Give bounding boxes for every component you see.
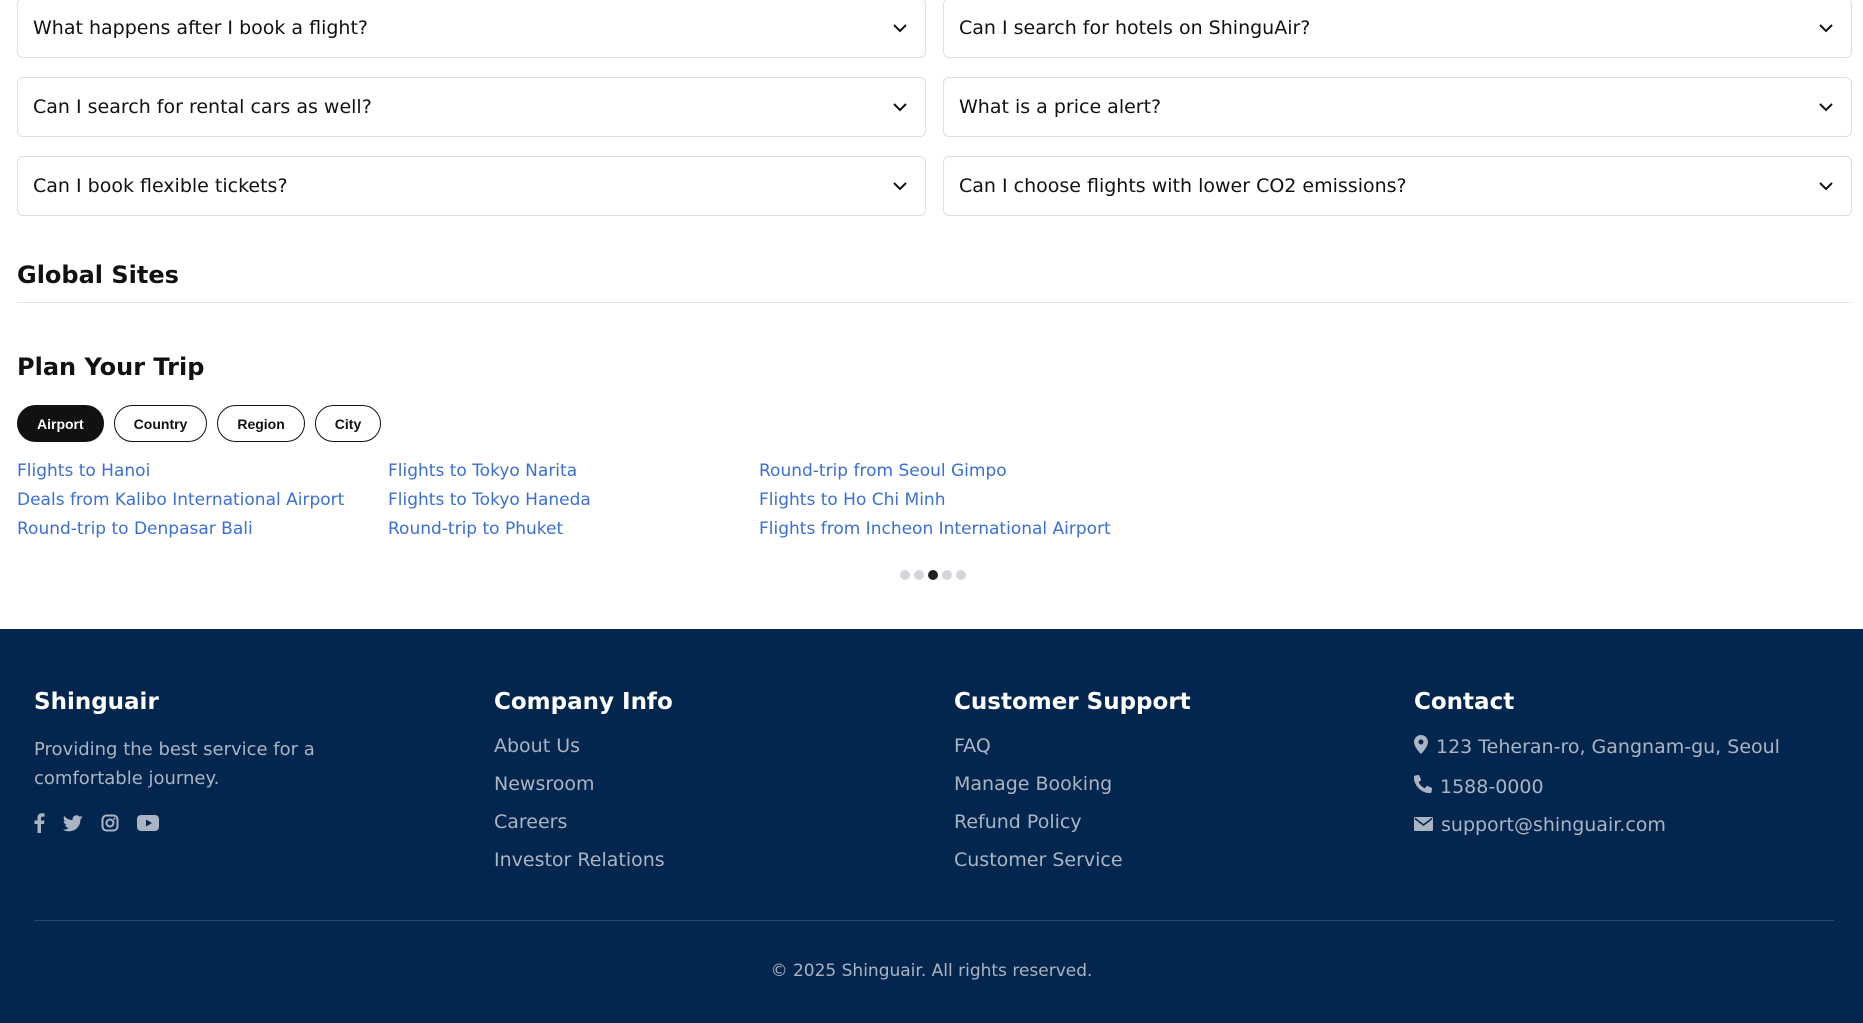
footer-brand: Shinguair Providing the best service for…	[34, 689, 414, 837]
trip-link[interactable]: Deals from Kalibo International Airport	[17, 490, 388, 511]
brand-name: Shinguair	[34, 689, 159, 715]
contact-address: 123 Teheran-ro, Gangnam-gu, Seoul	[1414, 735, 1780, 760]
facebook-icon[interactable]	[34, 813, 45, 837]
about-us-link[interactable]: About Us	[494, 735, 673, 758]
pagination-dot-active[interactable]	[928, 570, 938, 580]
tab-country[interactable]: Country	[113, 405, 208, 442]
footer-company: Company Info About Us Newsroom Careers I…	[494, 689, 673, 872]
trip-link[interactable]: Flights from Incheon International Airpo…	[759, 519, 1130, 540]
newsroom-link[interactable]: Newsroom	[494, 773, 673, 796]
company-title: Company Info	[494, 689, 673, 715]
site-footer: Shinguair Providing the best service for…	[0, 629, 1863, 1023]
tab-city[interactable]: City	[314, 405, 382, 442]
support-links: FAQ Manage Booking Refund Policy Custome…	[954, 735, 1191, 872]
faq-question: Can I choose flights with lower CO2 emis…	[959, 175, 1407, 197]
company-links: About Us Newsroom Careers Investor Relat…	[494, 735, 673, 872]
manage-booking-link[interactable]: Manage Booking	[954, 773, 1191, 796]
phone-icon	[1413, 774, 1433, 799]
chevron-down-icon	[891, 98, 909, 116]
support-title: Customer Support	[954, 689, 1191, 715]
global-sites-heading: Global Sites	[17, 261, 179, 289]
youtube-icon[interactable]	[137, 815, 159, 835]
trip-link[interactable]: Round-trip to Phuket	[388, 519, 759, 540]
faq-item[interactable]: What is a price alert?	[943, 77, 1852, 137]
carousel-pagination	[900, 570, 966, 580]
contact-title: Contact	[1414, 689, 1515, 715]
contact-phone: 1588-0000	[1413, 774, 1780, 799]
trip-links-column: Flights to Hanoi Deals from Kalibo Inter…	[17, 461, 388, 540]
trip-link[interactable]: Flights to Hanoi	[17, 461, 388, 482]
brand-description: Providing the best service for a comfort…	[34, 739, 315, 789]
plan-trip-tabs: Airport Country Region City	[17, 405, 382, 442]
faq-question: What happens after I book a flight?	[33, 17, 368, 39]
footer-support: Customer Support FAQ Manage Booking Refu…	[954, 689, 1191, 872]
trip-links-column: Round-trip from Seoul Gimpo Flights to H…	[759, 461, 1130, 540]
pagination-dot[interactable]	[914, 570, 924, 580]
pagination-dot[interactable]	[900, 570, 910, 580]
faq-link[interactable]: FAQ	[954, 735, 1191, 758]
twitter-icon[interactable]	[62, 814, 83, 836]
contact-list: 123 Teheran-ro, Gangnam-gu, Seoul 1588-0…	[1413, 735, 1780, 837]
copyright-text: © 2025 Shinguair. All rights reserved.	[770, 961, 1093, 981]
footer-contact: Contact 123 Teheran-ro, Gangnam-gu, Seou…	[1413, 689, 1780, 837]
chevron-down-icon	[891, 177, 909, 195]
trip-link[interactable]: Flights to Ho Chi Minh	[759, 490, 1130, 511]
customer-service-link[interactable]: Customer Service	[954, 849, 1191, 872]
faq-question: Can I search for rental cars as well?	[33, 96, 372, 118]
contact-email: support@shinguair.com	[1414, 814, 1780, 837]
faq-item[interactable]: Can I search for hotels on ShinguAir?	[943, 0, 1852, 58]
faq-list: What happens after I book a flight? Can …	[17, 0, 1852, 216]
divider	[17, 302, 1851, 303]
tab-airport[interactable]: Airport	[17, 405, 104, 442]
faq-question: Can I search for hotels on ShinguAir?	[959, 17, 1311, 39]
footer-divider	[34, 920, 1834, 921]
refund-policy-link[interactable]: Refund Policy	[954, 811, 1191, 834]
address-text: 123 Teheran-ro, Gangnam-gu, Seoul	[1436, 736, 1780, 758]
trip-link[interactable]: Round-trip to Denpasar Bali	[17, 519, 388, 540]
faq-question: What is a price alert?	[959, 96, 1162, 118]
instagram-icon[interactable]	[101, 814, 119, 836]
phone-text[interactable]: 1588-0000	[1440, 776, 1544, 799]
chevron-down-icon	[1817, 98, 1835, 116]
envelope-icon	[1414, 814, 1433, 837]
trip-links-column: Flights to Tokyo Narita Flights to Tokyo…	[388, 461, 759, 540]
page: What happens after I book a flight? Can …	[0, 0, 1863, 1023]
trip-link[interactable]: Round-trip from Seoul Gimpo	[759, 461, 1130, 482]
pagination-dot[interactable]	[942, 570, 952, 580]
pagination-dot[interactable]	[956, 570, 966, 580]
faq-item[interactable]: Can I book flexible tickets?	[17, 156, 926, 216]
chevron-down-icon	[1817, 19, 1835, 37]
tab-region[interactable]: Region	[217, 405, 305, 442]
trip-link[interactable]: Flights to Tokyo Haneda	[388, 490, 759, 511]
trip-links: Flights to Hanoi Deals from Kalibo Inter…	[17, 461, 1130, 540]
chevron-down-icon	[891, 19, 909, 37]
chevron-down-icon	[1817, 177, 1835, 195]
faq-item[interactable]: What happens after I book a flight?	[17, 0, 926, 58]
plan-trip-heading: Plan Your Trip	[17, 353, 205, 381]
email-text[interactable]: support@shinguair.com	[1441, 814, 1666, 837]
investor-relations-link[interactable]: Investor Relations	[494, 849, 673, 872]
careers-link[interactable]: Careers	[494, 811, 673, 834]
faq-item[interactable]: Can I search for rental cars as well?	[17, 77, 926, 137]
map-pin-icon	[1414, 735, 1428, 760]
faq-item[interactable]: Can I choose flights with lower CO2 emis…	[943, 156, 1852, 216]
faq-question: Can I book flexible tickets?	[33, 175, 288, 197]
trip-link[interactable]: Flights to Tokyo Narita	[388, 461, 759, 482]
social-links	[34, 813, 414, 837]
